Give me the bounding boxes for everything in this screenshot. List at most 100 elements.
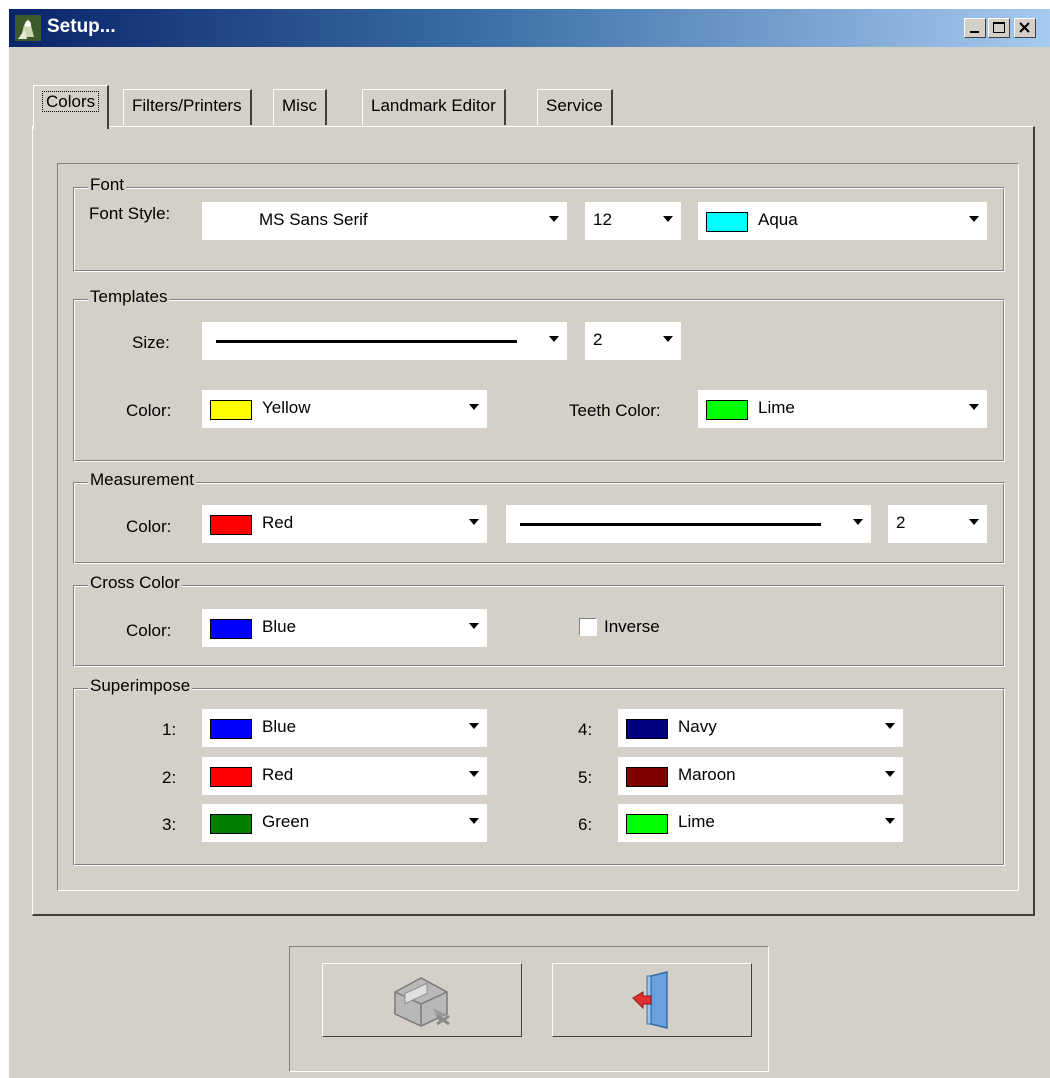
exit-door-icon xyxy=(632,971,668,1029)
chevron-down-icon xyxy=(885,771,895,777)
tab-landmark-editor[interactable]: Landmark Editor xyxy=(362,89,506,125)
action-buttons-frame xyxy=(289,946,769,1072)
superimpose-color-5-dropdown[interactable]: Maroon xyxy=(618,757,903,795)
font-color-value: Aqua xyxy=(758,210,798,229)
superimpose-color-swatch xyxy=(210,767,252,787)
chevron-down-icon xyxy=(469,771,479,777)
superimpose-index-2: 2: xyxy=(162,768,177,787)
measurement-line-dropdown[interactable] xyxy=(506,505,871,543)
template-size-dropdown[interactable]: 2 xyxy=(585,322,681,360)
superimpose-color-value: Blue xyxy=(262,717,297,736)
superimpose-color-value: Navy xyxy=(678,717,717,736)
measurement-group-label: Measurement xyxy=(88,470,196,490)
template-size-label: Size: xyxy=(132,333,170,352)
font-group-label: Font xyxy=(88,175,127,195)
colors-tab-panel: Font Font Style: MS Sans Serif 12 Aqua T… xyxy=(32,126,1035,916)
tab-label: Colors xyxy=(42,91,100,112)
template-color-value: Yellow xyxy=(262,398,311,417)
maximize-button[interactable] xyxy=(988,18,1010,38)
close-icon xyxy=(1019,22,1030,33)
template-color-dropdown[interactable]: Yellow xyxy=(202,390,487,428)
superimpose-index-5: 5: xyxy=(578,768,593,787)
close-button[interactable] xyxy=(1014,18,1036,38)
exit-button[interactable] xyxy=(552,963,752,1037)
superimpose-color-swatch xyxy=(626,719,668,739)
inverse-label[interactable]: Inverse xyxy=(604,617,660,637)
chevron-down-icon xyxy=(469,723,479,729)
measurement-width-dropdown[interactable]: 2 xyxy=(888,505,987,543)
chevron-down-icon xyxy=(969,404,979,410)
templates-group: Templates Size: 2 Color: Yellow Teeth Co… xyxy=(73,287,1005,462)
window-title: Setup... xyxy=(47,16,116,37)
superimpose-color-4-dropdown[interactable]: Navy xyxy=(618,709,903,747)
tab-label: Misc xyxy=(282,96,317,115)
chevron-down-icon xyxy=(885,723,895,729)
setup-window: Setup... Colors Filters/Printers Misc La… xyxy=(8,8,1050,1078)
cross-color-group: Cross Color Color: Blue Inverse xyxy=(73,573,1005,667)
tab-service[interactable]: Service xyxy=(537,89,613,125)
chevron-down-icon xyxy=(549,336,559,342)
templates-group-label: Templates xyxy=(88,287,170,307)
line-style-sample xyxy=(216,340,517,343)
teeth-color-dropdown[interactable]: Lime xyxy=(698,390,987,428)
superimpose-color-2-dropdown[interactable]: Red xyxy=(202,757,487,795)
minimize-icon xyxy=(970,31,979,33)
superimpose-index-4: 4: xyxy=(578,720,593,739)
chevron-down-icon xyxy=(469,519,479,525)
superimpose-color-3-dropdown[interactable]: Green xyxy=(202,804,487,842)
chevron-down-icon xyxy=(885,818,895,824)
measurement-group: Measurement Color: Red 2 xyxy=(73,470,1005,564)
disk-save-icon xyxy=(394,977,450,1027)
cross-color-group-label: Cross Color xyxy=(88,573,182,593)
teeth-color-label: Teeth Color: xyxy=(569,401,661,420)
superimpose-color-swatch xyxy=(210,814,252,834)
superimpose-color-swatch xyxy=(626,814,668,834)
template-color-swatch xyxy=(210,400,252,420)
tab-filters-printers[interactable]: Filters/Printers xyxy=(123,89,252,125)
chevron-down-icon xyxy=(469,818,479,824)
minimize-button[interactable] xyxy=(964,18,986,38)
tab-label: Service xyxy=(546,96,603,115)
superimpose-color-1-dropdown[interactable]: Blue xyxy=(202,709,487,747)
superimpose-group: Superimpose 1: Blue 2: Red 3: Green 4: N… xyxy=(73,676,1005,866)
font-color-dropdown[interactable]: Aqua xyxy=(698,202,987,240)
superimpose-color-swatch xyxy=(210,719,252,739)
save-button[interactable] xyxy=(322,963,522,1037)
font-style-label: Font Style: xyxy=(89,204,171,223)
inverse-checkbox[interactable] xyxy=(579,618,597,636)
line-style-sample xyxy=(520,523,821,526)
superimpose-color-value: Green xyxy=(262,812,310,831)
font-size-dropdown[interactable]: 12 xyxy=(585,202,681,240)
app-icon xyxy=(15,15,41,41)
measurement-color-dropdown[interactable]: Red xyxy=(202,505,487,543)
tab-colors[interactable]: Colors xyxy=(33,85,110,129)
tab-label: Filters/Printers xyxy=(132,96,242,115)
superimpose-color-value: Maroon xyxy=(678,765,736,784)
template-size-value: 2 xyxy=(593,330,603,349)
superimpose-color-value: Red xyxy=(262,765,294,784)
tab-label: Landmark Editor xyxy=(371,96,496,115)
measurement-color-swatch xyxy=(210,515,252,535)
superimpose-index-1: 1: xyxy=(162,720,177,739)
superimpose-color-6-dropdown[interactable]: Lime xyxy=(618,804,903,842)
font-size-value: 12 xyxy=(593,210,612,229)
measurement-color-label: Color: xyxy=(126,517,172,536)
teeth-color-swatch xyxy=(706,400,748,420)
font-style-value: MS Sans Serif xyxy=(259,210,368,229)
cross-color-dropdown[interactable]: Blue xyxy=(202,609,487,647)
font-style-dropdown[interactable]: MS Sans Serif xyxy=(202,202,567,240)
chevron-down-icon xyxy=(969,519,979,525)
measurement-width-value: 2 xyxy=(896,513,906,532)
chevron-down-icon xyxy=(469,404,479,410)
superimpose-color-value: Lime xyxy=(678,812,715,831)
chevron-down-icon xyxy=(663,216,673,222)
font-color-swatch xyxy=(706,212,748,232)
superimpose-index-6: 6: xyxy=(578,815,593,834)
title-bar[interactable]: Setup... xyxy=(9,9,1050,47)
superimpose-color-swatch xyxy=(626,767,668,787)
template-line-dropdown[interactable] xyxy=(202,322,567,360)
maximize-icon xyxy=(993,22,1005,33)
superimpose-group-label: Superimpose xyxy=(88,676,193,696)
tab-misc[interactable]: Misc xyxy=(273,89,327,125)
cross-color-value: Blue xyxy=(262,617,297,636)
